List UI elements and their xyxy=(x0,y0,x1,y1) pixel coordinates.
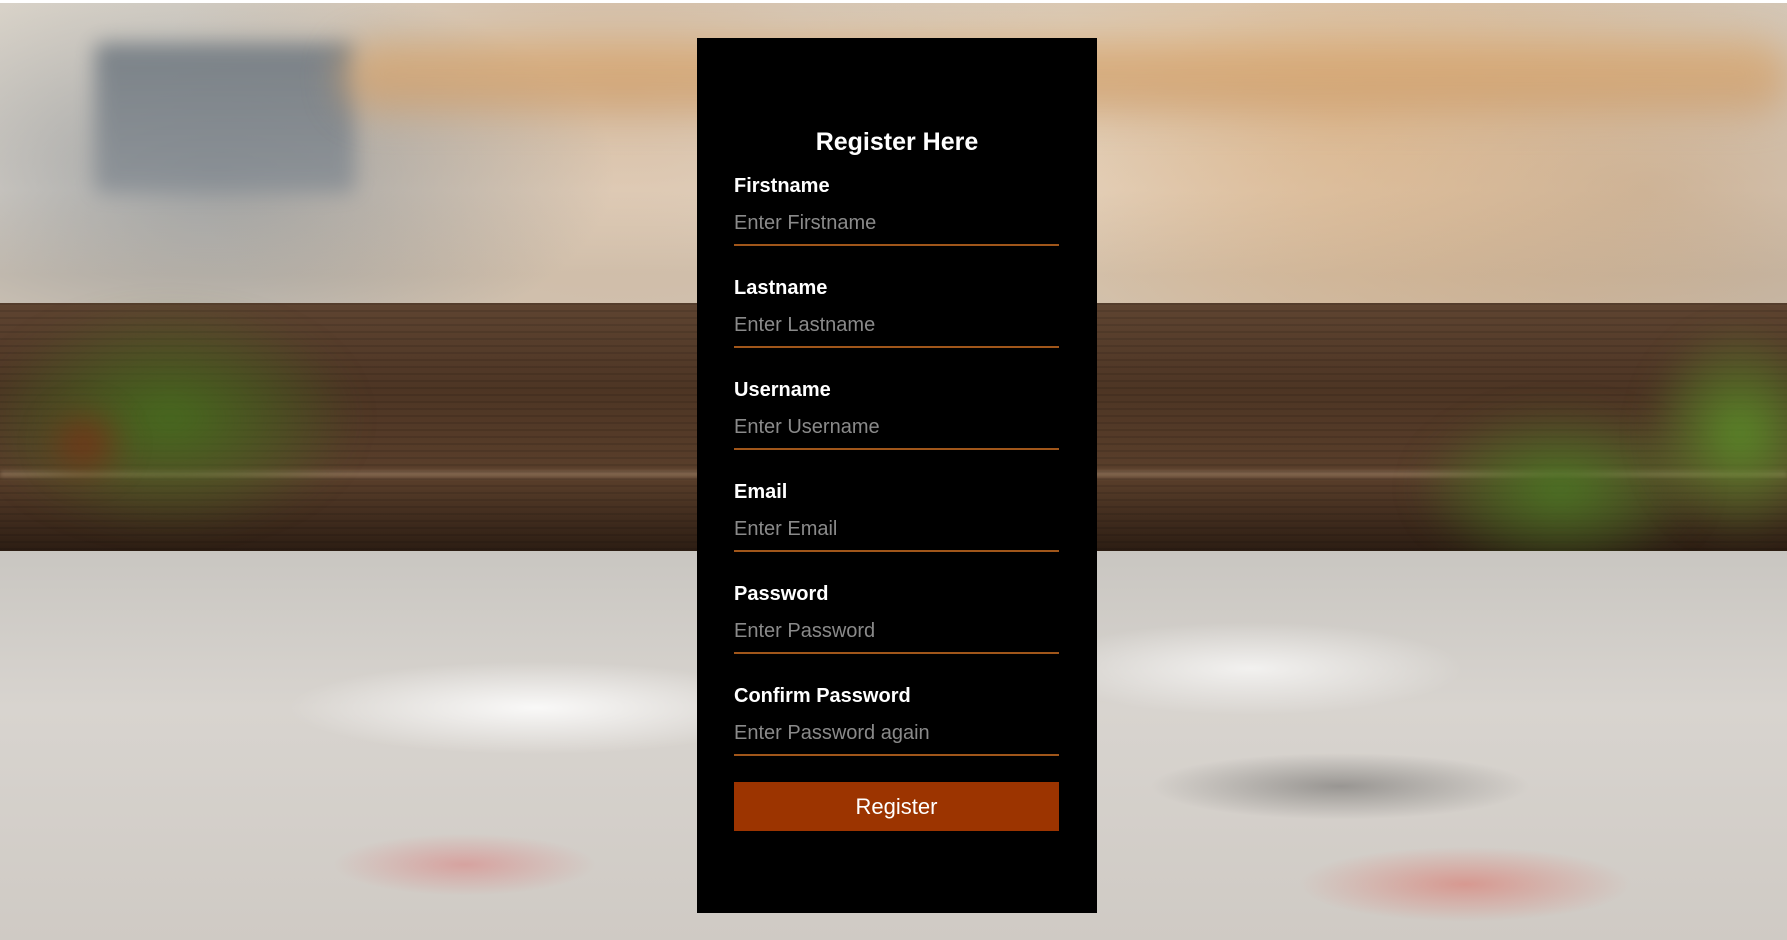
register-page: Register Here Firstname Lastname Usernam… xyxy=(0,0,1787,940)
password-field-group: Password xyxy=(734,582,1060,654)
password-input[interactable] xyxy=(734,610,1059,654)
form-title: Register Here xyxy=(815,128,979,156)
username-label: Username xyxy=(734,379,831,401)
password-label: Password xyxy=(734,583,829,605)
register-button[interactable]: Register xyxy=(734,782,1059,831)
confirm-password-input[interactable] xyxy=(734,712,1059,756)
lastname-input[interactable] xyxy=(734,304,1059,348)
background-window xyxy=(95,43,355,193)
firstname-label: Firstname xyxy=(734,175,830,197)
email-label: Email xyxy=(734,481,788,503)
firstname-field-group: Firstname xyxy=(734,174,1060,246)
email-field-group: Email xyxy=(734,480,1060,552)
email-input[interactable] xyxy=(734,508,1059,552)
confirm-password-field-group: Confirm Password xyxy=(734,684,1060,756)
firstname-input[interactable] xyxy=(734,202,1059,246)
lastname-label: Lastname xyxy=(734,277,828,299)
username-field-group: Username xyxy=(734,378,1060,450)
background-flower-left xyxy=(40,403,130,483)
register-form: Register Here Firstname Lastname Usernam… xyxy=(697,38,1097,913)
lastname-field-group: Lastname xyxy=(734,276,1060,348)
confirm-password-label: Confirm Password xyxy=(734,685,911,707)
username-input[interactable] xyxy=(734,406,1059,450)
